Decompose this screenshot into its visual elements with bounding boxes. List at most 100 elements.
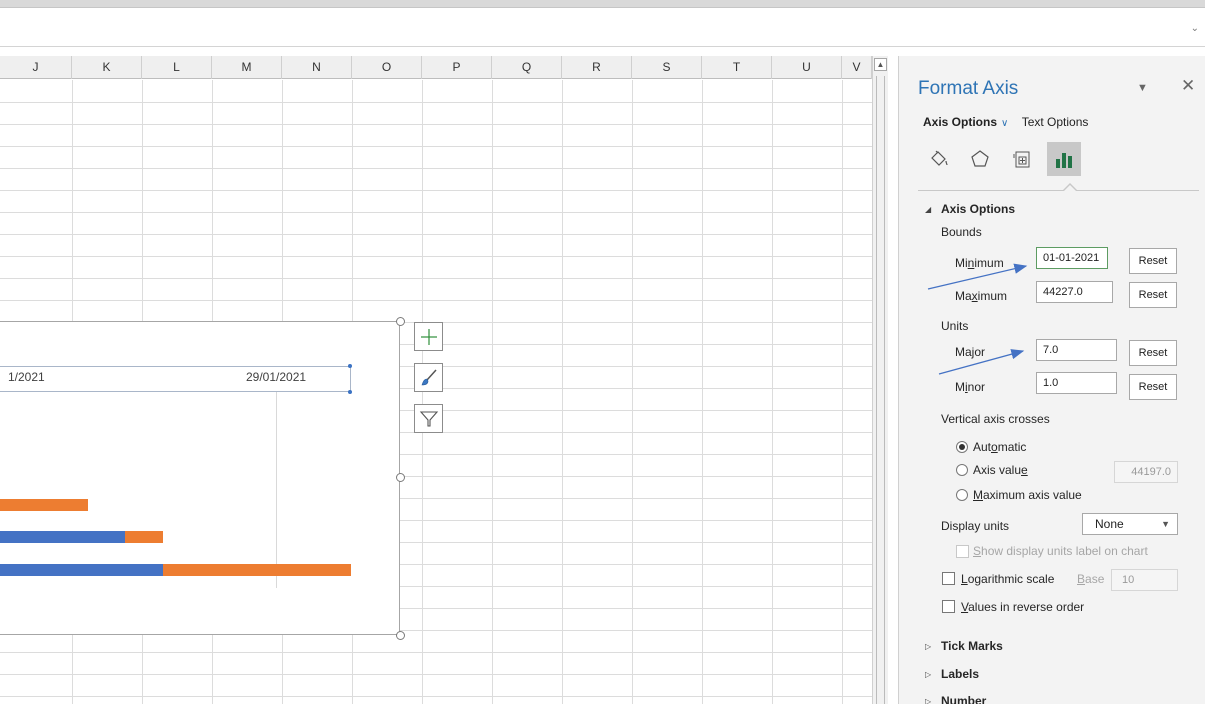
vertical-axis-crosses-label: Vertical axis crosses — [941, 412, 1050, 426]
ribbon-edge — [0, 0, 1205, 8]
row-gridline — [0, 212, 872, 213]
chart-elements-button[interactable] — [414, 322, 443, 351]
expand-section-icon[interactable]: ▷ — [925, 697, 931, 704]
chevron-down-icon[interactable]: ∨ — [1001, 118, 1008, 129]
column-gridline — [492, 80, 493, 704]
column-header-r[interactable]: R — [562, 56, 632, 79]
pane-title: Format Axis — [918, 78, 1019, 99]
row-gridline — [0, 652, 872, 653]
chart-resize-handle[interactable] — [396, 473, 405, 482]
column-header-v[interactable]: V — [842, 56, 872, 79]
chart-resize-handle[interactable] — [396, 631, 405, 640]
bar-start[interactable] — [0, 564, 163, 576]
effects-pentagon-icon[interactable] — [963, 142, 997, 176]
row-gridline — [0, 124, 872, 125]
pane-options-icon[interactable]: ▼ — [1137, 82, 1148, 94]
excel-window: ⌄ J K L M N O P Q R S T U V ▲ 1/2021 29/… — [0, 0, 1205, 704]
automatic-radio[interactable] — [956, 441, 968, 453]
logarithmic-scale-checkbox[interactable] — [942, 572, 955, 585]
bar-start[interactable] — [0, 531, 125, 543]
section-labels[interactable]: Labels — [941, 667, 979, 681]
expand-section-icon[interactable]: ▷ — [925, 642, 931, 651]
pane-divider — [918, 190, 1199, 191]
axis-handle[interactable] — [348, 364, 352, 368]
column-header-j[interactable]: J — [0, 56, 72, 79]
vertical-scrollbar[interactable]: ▲ — [872, 56, 888, 704]
minor-reset-button[interactable]: Reset — [1129, 374, 1177, 400]
show-units-label-text: Show display units label on chart — [973, 544, 1148, 558]
column-header-s[interactable]: S — [632, 56, 702, 79]
column-header-m[interactable]: M — [212, 56, 282, 79]
bar-duration[interactable] — [0, 499, 88, 511]
format-axis-pane[interactable]: Format Axis ▼ ✕ Axis Options ∨ Text Optio… — [898, 56, 1205, 704]
row-gridline — [0, 146, 872, 147]
axis-tick-label: 29/01/2021 — [246, 370, 307, 384]
major-reset-button[interactable]: Reset — [1129, 340, 1177, 366]
chart-gridline — [276, 392, 277, 588]
formula-bar[interactable]: ⌄ — [0, 9, 1205, 47]
column-gridline — [562, 80, 563, 704]
fill-line-icon[interactable] — [921, 142, 955, 176]
automatic-label[interactable]: Automatic — [973, 440, 1026, 454]
maximum-label: Maximum — [955, 289, 1008, 303]
column-gridline — [702, 80, 703, 704]
column-header-o[interactable]: O — [352, 56, 422, 79]
row-gridline — [0, 300, 872, 301]
section-collapse-icon[interactable]: ◢ — [925, 205, 931, 214]
maximum-axis-value-label[interactable]: Maximum axis value — [973, 488, 1082, 502]
bounds-label: Bounds — [941, 225, 982, 239]
row-gridline — [0, 256, 872, 257]
show-units-label-checkbox[interactable] — [956, 545, 969, 558]
values-reverse-order-checkbox[interactable] — [942, 600, 955, 613]
base-input[interactable]: 10 — [1111, 569, 1178, 591]
maximum-axis-value-radio[interactable] — [956, 489, 968, 501]
chart-styles-button[interactable] — [414, 363, 443, 392]
close-icon[interactable]: ✕ — [1181, 76, 1195, 96]
display-units-select[interactable]: None ▼ — [1082, 513, 1178, 535]
bar-duration[interactable] — [125, 531, 163, 543]
selected-tab-pointer-inner — [1064, 185, 1076, 191]
column-header-q[interactable]: Q — [492, 56, 562, 79]
values-reverse-order-label[interactable]: Values in reverse order — [961, 600, 1084, 614]
column-gridline — [422, 80, 423, 704]
column-header-n[interactable]: N — [282, 56, 352, 79]
tab-text-options[interactable]: Text Options — [1022, 115, 1089, 129]
column-header-u[interactable]: U — [772, 56, 842, 79]
major-input[interactable]: 7.0 — [1036, 339, 1117, 361]
row-gridline — [0, 278, 872, 279]
column-header-t[interactable]: T — [702, 56, 772, 79]
chart-filters-button[interactable] — [414, 404, 443, 433]
pane-icon-row — [921, 142, 1181, 178]
axis-handle[interactable] — [348, 390, 352, 394]
row-gridline — [0, 168, 872, 169]
plus-icon — [420, 328, 437, 345]
chart-resize-handle[interactable] — [396, 317, 405, 326]
axis-value-label[interactable]: Axis value — [973, 463, 1028, 477]
row-gridline — [0, 102, 872, 103]
logarithmic-scale-label[interactable]: Logarithmic scale — [961, 572, 1054, 586]
tab-axis-options[interactable]: Axis Options — [923, 115, 997, 129]
units-label: Units — [941, 319, 969, 333]
column-header-k[interactable]: K — [72, 56, 142, 79]
scrollbar-track[interactable] — [876, 76, 885, 704]
minor-label: Minor — [955, 380, 986, 394]
axis-options-bar-chart-icon[interactable] — [1047, 142, 1081, 176]
expand-section-icon[interactable]: ▷ — [925, 670, 931, 679]
size-properties-icon[interactable] — [1005, 142, 1039, 176]
minimum-input[interactable]: 01-01-2021 — [1036, 247, 1108, 269]
section-axis-options[interactable]: Axis Options — [941, 202, 1015, 216]
bar-duration[interactable] — [163, 564, 351, 576]
axis-value-input[interactable]: 44197.0 — [1114, 461, 1178, 483]
row-gridline — [0, 190, 872, 191]
column-header-l[interactable]: L — [142, 56, 212, 79]
scroll-up-icon[interactable]: ▲ — [874, 58, 887, 71]
column-header-p[interactable]: P — [422, 56, 492, 79]
section-number[interactable]: Number — [941, 694, 986, 704]
section-tick-marks[interactable]: Tick Marks — [941, 639, 1003, 653]
minimum-reset-button[interactable]: Reset — [1129, 248, 1177, 274]
maximum-reset-button[interactable]: Reset — [1129, 282, 1177, 308]
minor-input[interactable]: 1.0 — [1036, 372, 1117, 394]
maximum-input[interactable]: 44227.0 — [1036, 281, 1113, 303]
axis-value-radio[interactable] — [956, 464, 968, 476]
expand-formula-bar-icon[interactable]: ⌄ — [1191, 23, 1199, 34]
